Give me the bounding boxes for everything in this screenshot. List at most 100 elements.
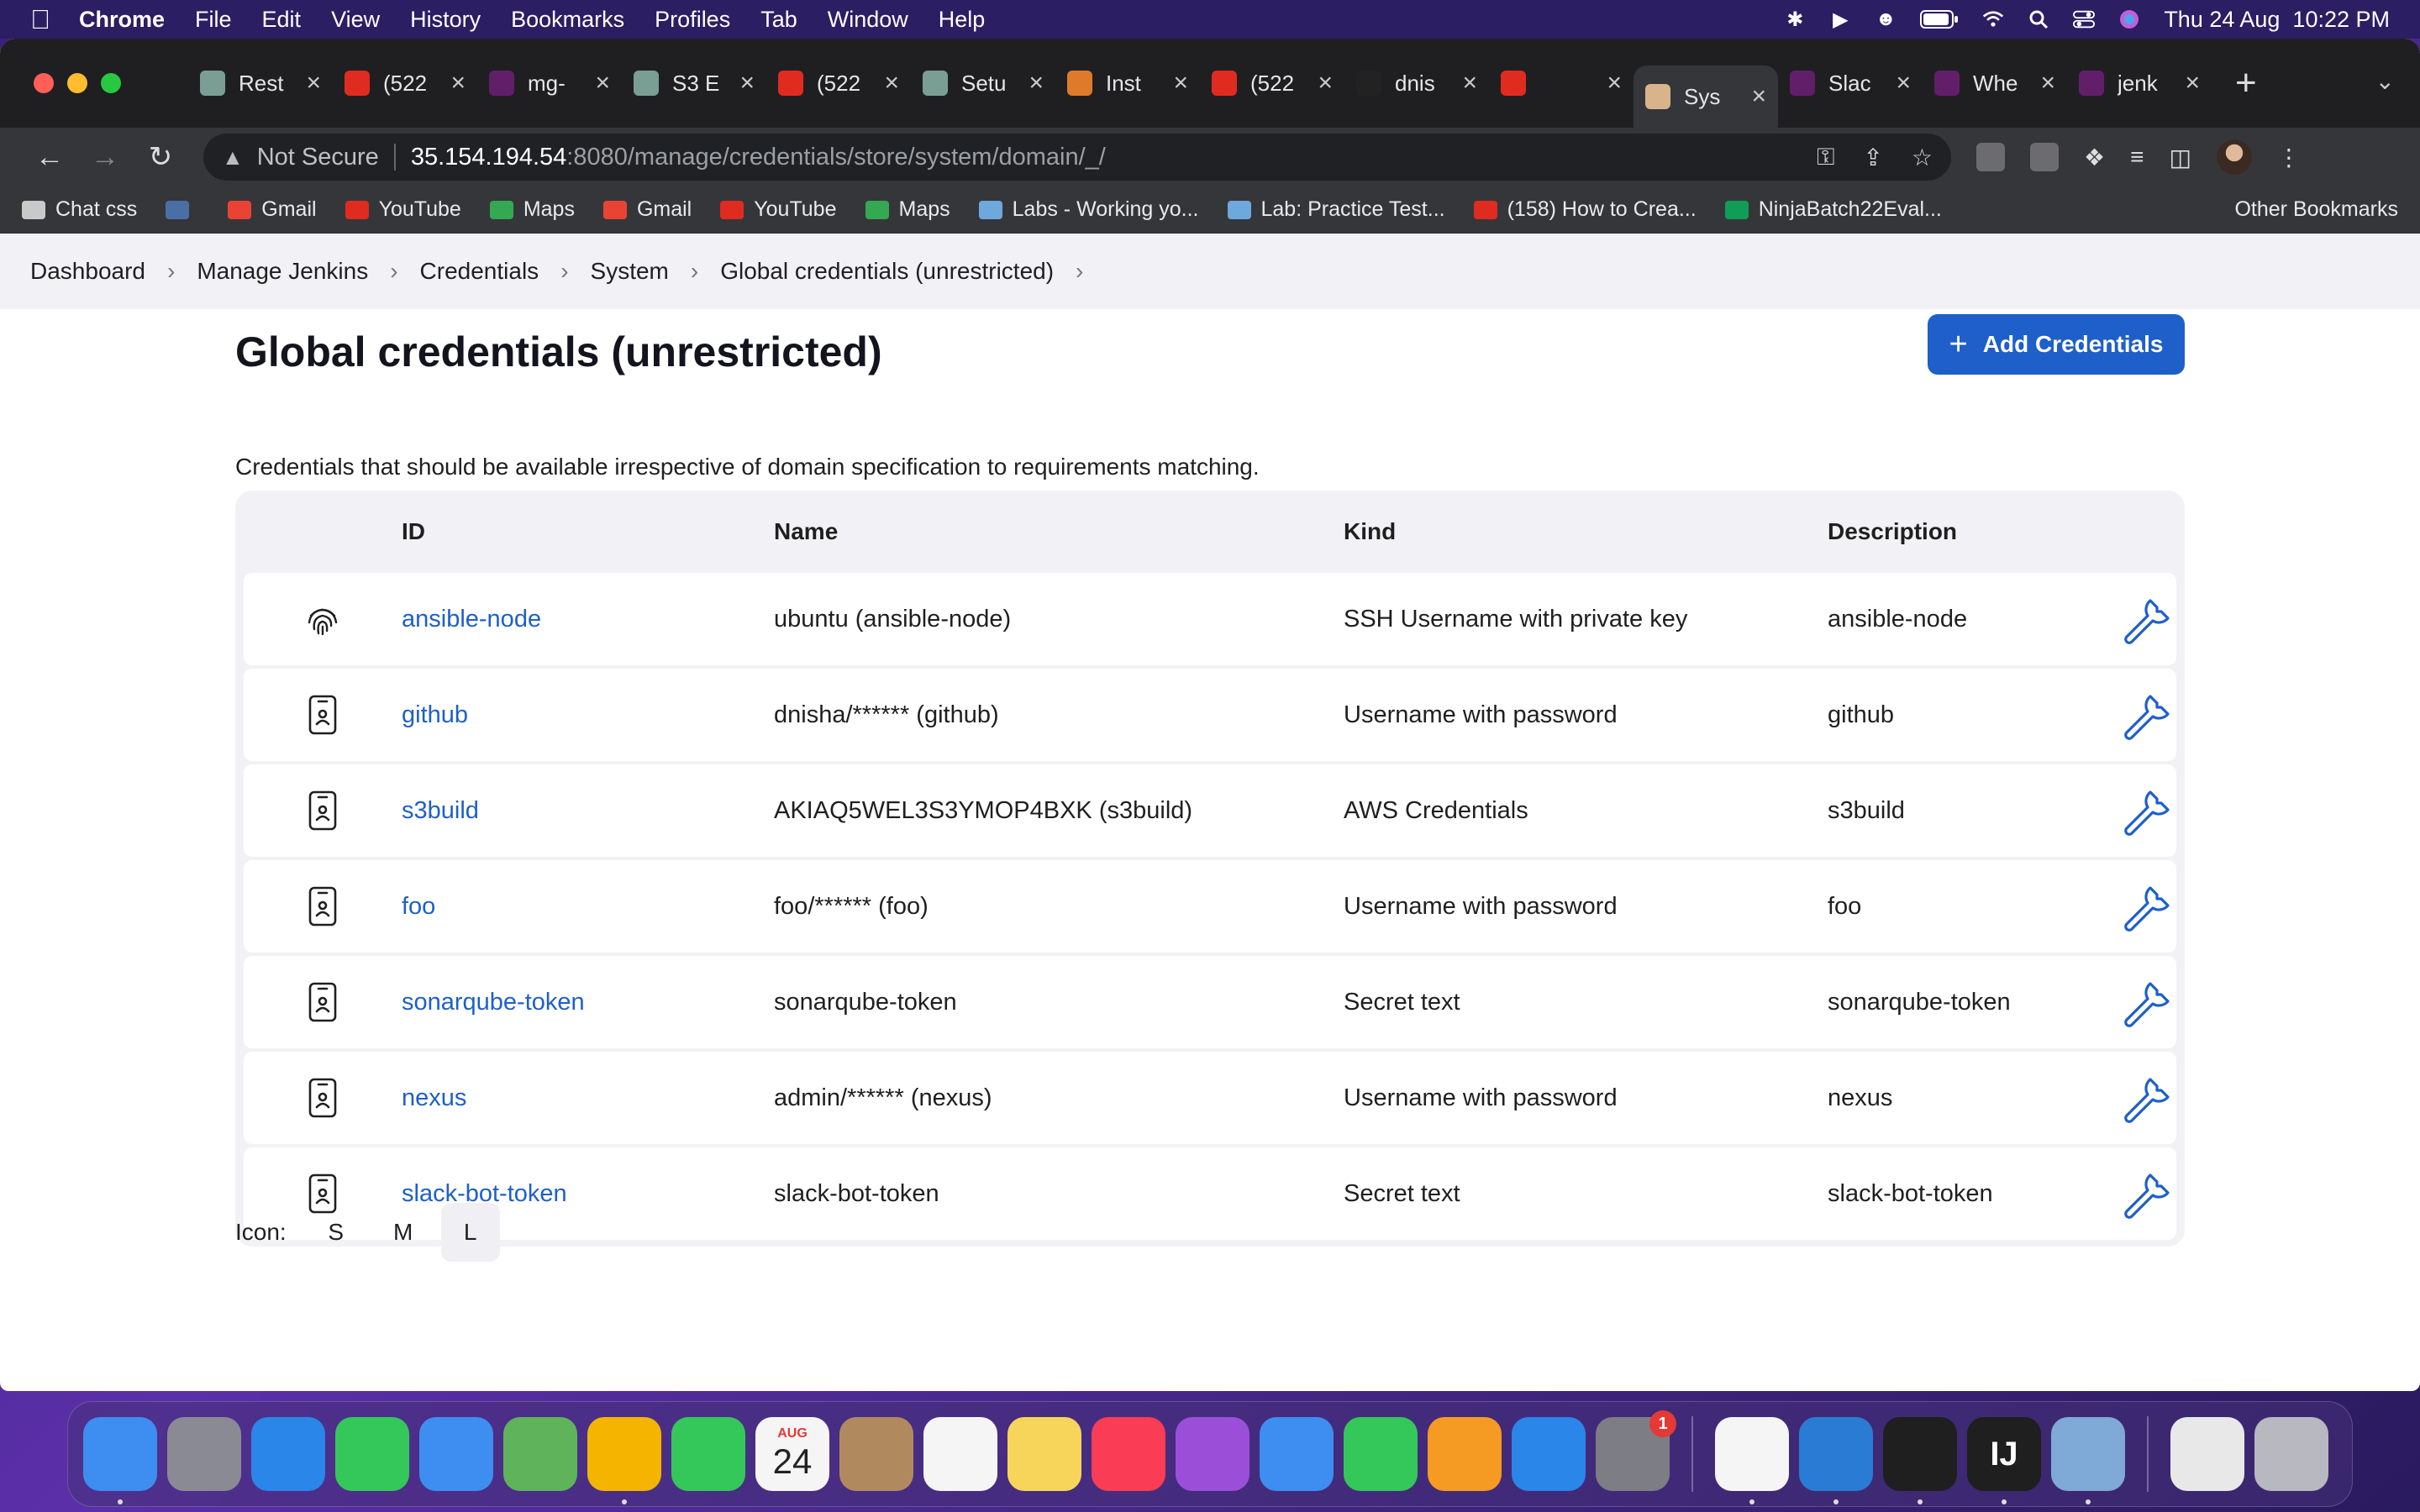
back-button[interactable]: ←: [22, 141, 77, 174]
browser-tab[interactable]: (522 ×: [333, 54, 477, 113]
reload-button[interactable]: ↻: [133, 140, 188, 174]
browser-tab[interactable]: (522 ×: [1200, 54, 1344, 113]
bookmark-item[interactable]: (158) How to Crea...: [1473, 197, 1697, 222]
tab-close-icon[interactable]: ×: [1028, 69, 1044, 97]
tab-close-icon[interactable]: ×: [1318, 69, 1333, 97]
wrench-icon[interactable]: [2113, 785, 2176, 836]
wrench-icon[interactable]: [2113, 1168, 2176, 1219]
breadcrumb-system[interactable]: System: [591, 258, 669, 285]
bookmark-item[interactable]: Maps: [489, 197, 575, 222]
tab-close-icon[interactable]: ×: [1462, 69, 1477, 97]
tab-close-icon[interactable]: ×: [2040, 69, 2055, 97]
spotlight-search-icon[interactable]: [2028, 8, 2049, 30]
user-icon[interactable]: ☻: [1875, 8, 1897, 30]
chrome-menu-icon[interactable]: ⋮: [2277, 144, 2301, 171]
browser-tab[interactable]: Setu ×: [911, 54, 1055, 113]
calendar-icon[interactable]: AUG 24: [755, 1417, 829, 1491]
contacts-icon[interactable]: [839, 1417, 913, 1491]
browser-tab[interactable]: Whe ×: [1923, 54, 2067, 113]
battery-icon[interactable]: [1920, 8, 1959, 30]
system-settings-icon[interactable]: 1: [1596, 1410, 1676, 1491]
header-description[interactable]: Description: [1828, 518, 2113, 545]
header-kind[interactable]: Kind: [1344, 518, 1828, 545]
browser-tab[interactable]: Sys ×: [1634, 66, 1778, 128]
puzzle-extensions-icon[interactable]: ❖: [2084, 144, 2105, 171]
credential-id-link[interactable]: nexus: [402, 1084, 774, 1112]
side-panel-icon[interactable]: ◫: [2169, 144, 2191, 171]
reminders-icon[interactable]: [923, 1417, 997, 1491]
bookmark-item[interactable]: Lab: Practice Test...: [1227, 197, 1445, 222]
numbers-icon[interactable]: [1344, 1417, 1418, 1491]
breadcrumb-credentials[interactable]: Credentials: [420, 258, 539, 285]
browser-tab[interactable]: S3 E ×: [622, 54, 766, 113]
browser-tab[interactable]: Rest ×: [188, 54, 333, 113]
bookmark-item[interactable]: NinjaBatch22Eval...: [1724, 197, 1942, 222]
podcasts-icon[interactable]: [1176, 1417, 1249, 1491]
launchpad-icon[interactable]: [167, 1417, 241, 1491]
browser-tab[interactable]: Inst ×: [1055, 54, 1200, 113]
forward-button[interactable]: →: [77, 141, 133, 174]
mail-icon[interactable]: [419, 1417, 493, 1491]
tab-close-icon[interactable]: ×: [884, 69, 899, 97]
menu-window[interactable]: Window: [828, 7, 908, 33]
documents-icon[interactable]: [2170, 1417, 2244, 1491]
bookmark-item[interactable]: Labs - Working yo...: [978, 197, 1199, 222]
browser-tab[interactable]: (522 ×: [766, 54, 911, 113]
tab-close-icon[interactable]: ×: [739, 69, 755, 97]
menu-profiles[interactable]: Profiles: [655, 7, 730, 33]
browser-tab[interactable]: mg- ×: [477, 54, 622, 113]
bookmark-item[interactable]: [166, 200, 199, 219]
wifi-icon[interactable]: [1982, 8, 2004, 30]
tab-close-icon[interactable]: ×: [450, 69, 466, 97]
chevron-right-icon[interactable]: ›: [1076, 258, 1083, 285]
tab-close-icon[interactable]: ×: [2185, 69, 2200, 97]
trash-icon[interactable]: [2254, 1417, 2328, 1491]
reading-list-icon[interactable]: ≡: [2130, 144, 2144, 171]
intellij-icon[interactable]: IJ: [1967, 1417, 2041, 1504]
menu-edit[interactable]: Edit: [262, 7, 302, 33]
header-name[interactable]: Name: [774, 518, 1344, 545]
wrench-icon[interactable]: [2113, 690, 2176, 740]
vscode-icon[interactable]: [1799, 1417, 1873, 1504]
not-secure-label[interactable]: Not Secure: [257, 144, 379, 171]
warning-triangle-icon[interactable]: ▲: [222, 144, 244, 171]
bookmark-item[interactable]: Maps: [865, 197, 950, 222]
bookmark-star-icon[interactable]: ☆: [1912, 144, 1933, 171]
new-tab-button[interactable]: +: [2235, 62, 2257, 104]
tab-close-icon[interactable]: ×: [306, 69, 321, 97]
browser-tab[interactable]: jenk ×: [2067, 54, 2212, 113]
other-bookmarks[interactable]: Other Bookmarks: [2234, 197, 2398, 222]
wrench-icon[interactable]: [2113, 594, 2176, 644]
chrome-icon[interactable]: [1715, 1417, 1789, 1504]
credential-id-link[interactable]: foo: [402, 893, 774, 921]
breadcrumb-dashboard[interactable]: Dashboard: [30, 258, 145, 285]
profile-avatar[interactable]: [2216, 139, 2252, 175]
tab-close-icon[interactable]: ×: [1173, 69, 1188, 97]
keynote-icon[interactable]: [1260, 1417, 1334, 1491]
icon-size-s[interactable]: S: [307, 1203, 366, 1262]
tab-search-chevron-icon[interactable]: ⌄: [2375, 67, 2395, 95]
tab-close-icon[interactable]: ×: [1751, 82, 1766, 111]
wrench-icon[interactable]: [2113, 1073, 2176, 1123]
siri-icon[interactable]: [2118, 8, 2140, 30]
apple-menu-icon[interactable]: : [30, 4, 50, 35]
bookmark-item[interactable]: Chat css: [22, 197, 137, 222]
url-host[interactable]: 35.154.194.54: [411, 144, 566, 171]
photos-icon[interactable]: [587, 1417, 661, 1504]
menu-bookmarks[interactable]: Bookmarks: [511, 7, 624, 33]
menubar-clock[interactable]: Thu 24 Aug 10:22 PM: [2164, 7, 2390, 33]
key-icon[interactable]: ⚿: [1817, 144, 1834, 171]
share-icon[interactable]: ⇪: [1863, 144, 1882, 171]
safari-icon[interactable]: [251, 1417, 325, 1491]
messages-icon[interactable]: [335, 1417, 409, 1491]
maps-icon[interactable]: [503, 1417, 577, 1491]
wrench-icon[interactable]: [2113, 977, 2176, 1027]
minimize-window-button[interactable]: [67, 73, 87, 93]
credential-id-link[interactable]: github: [402, 701, 774, 729]
icon-size-l[interactable]: L: [440, 1203, 500, 1262]
bookmark-item[interactable]: Gmail: [602, 197, 692, 222]
credential-id-link[interactable]: s3build: [402, 797, 774, 825]
zoom-window-button[interactable]: [101, 73, 121, 93]
tab-close-icon[interactable]: ×: [1896, 69, 1911, 97]
header-id[interactable]: ID: [402, 518, 774, 545]
